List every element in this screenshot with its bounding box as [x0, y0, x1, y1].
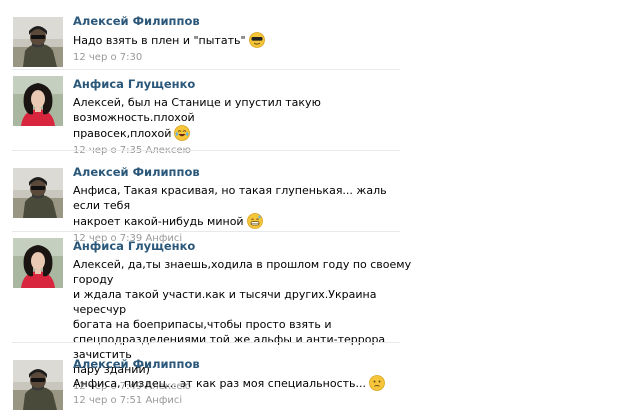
avatar[interactable] — [13, 76, 63, 126]
comments-list: Алексей Филиппов Надо взять в плен и "пы… — [0, 0, 620, 410]
comment-meta: 12 чер о 7:30 — [73, 51, 413, 64]
comment-text-body: Анфиса, пиздец... эт как раз моя специал… — [73, 377, 367, 390]
avatar[interactable] — [13, 168, 63, 218]
comment-text-body: Анфиса, Такая красивая, но такая глупень… — [73, 184, 387, 228]
cool-sunglasses-emoji-icon — [248, 32, 265, 48]
comment-date[interactable]: 12 чер о 7:30 — [73, 52, 142, 63]
comment-item: Алексей Филиппов Анфиса, пиздец... эт ка… — [0, 343, 620, 410]
author-link[interactable]: Алексей Филиппов — [73, 14, 200, 29]
comment-item: Анфиса Глущенко Алексей, да,ты знаешь,хо… — [0, 232, 620, 392]
comment-item: Анфиса Глущенко Алексей, был на Станице … — [0, 70, 620, 156]
comment-text-body: Надо взять в плен и "пытать" — [73, 34, 246, 47]
comment-content: Алексей Филиппов Надо взять в плен и "пы… — [73, 14, 413, 64]
comment-text: Анфиса, Такая красивая, но такая глупень… — [73, 183, 413, 229]
comment-content: Алексей Филиппов Анфиса, пиздец... эт ка… — [73, 357, 413, 407]
confused-emoji-icon — [369, 375, 385, 391]
comment-item: Алексей Филиппов Анфиса, Такая красивая,… — [0, 151, 620, 244]
author-link[interactable]: Анфиса Глущенко — [73, 239, 195, 254]
comment-meta: 12 чер о 7:51 Анфисі — [73, 394, 413, 407]
grinning-sweat-emoji-icon — [246, 213, 263, 229]
tears-of-joy-emoji-icon — [174, 125, 191, 141]
avatar[interactable] — [13, 360, 63, 410]
comment-content: Анфиса Глущенко Алексей, был на Станице … — [73, 77, 413, 157]
avatar[interactable] — [13, 17, 63, 67]
author-link[interactable]: Анфиса Глущенко — [73, 77, 195, 92]
avatar[interactable] — [13, 238, 63, 288]
comment-item: Алексей Филиппов Надо взять в плен и "пы… — [0, 0, 620, 70]
comment-text: Анфиса, пиздец... эт как раз моя специал… — [73, 375, 413, 391]
reply-to-link[interactable]: Анфисі — [145, 395, 182, 406]
comment-date[interactable]: 12 чер о 7:51 — [73, 395, 142, 406]
comment-text: Надо взять в плен и "пытать" — [73, 32, 413, 48]
comment-text: Алексей, был на Станице и упустил такую … — [73, 95, 413, 141]
author-link[interactable]: Алексей Филиппов — [73, 357, 200, 372]
author-link[interactable]: Алексей Филиппов — [73, 165, 200, 180]
comment-text-body: Алексей, был на Станице и упустил такую … — [73, 96, 321, 140]
